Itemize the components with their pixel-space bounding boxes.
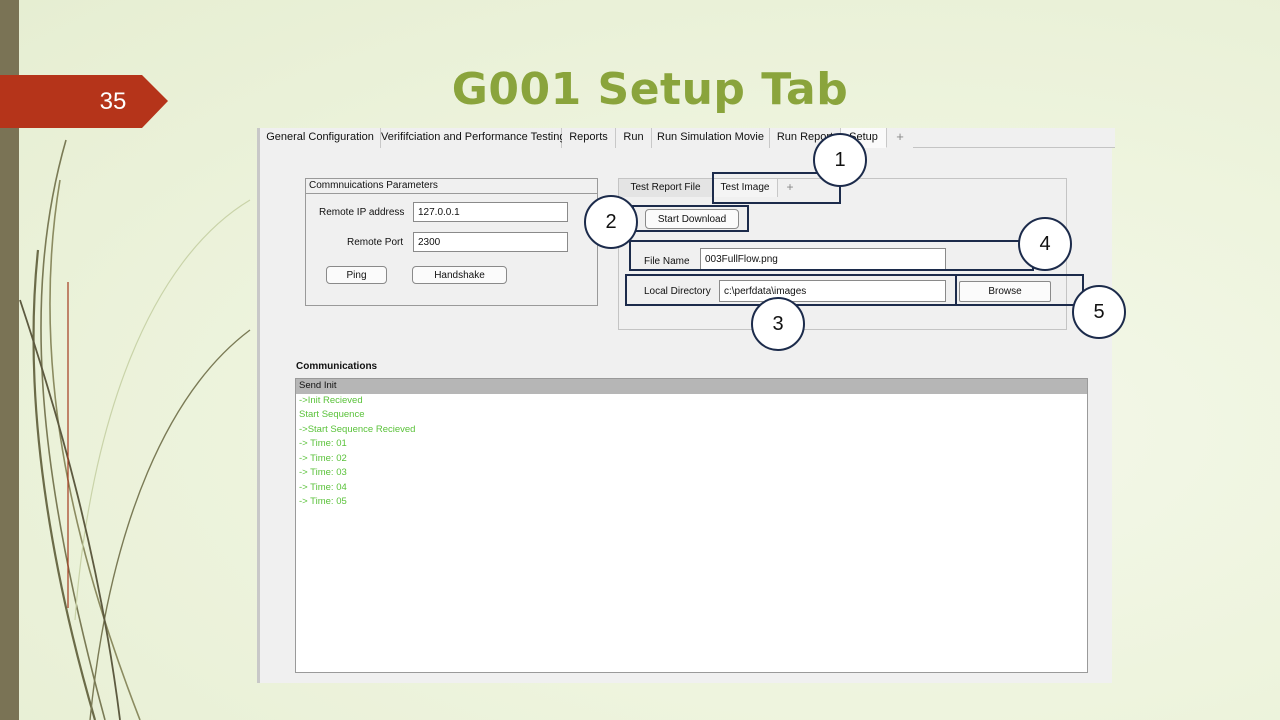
- callout-1-badge: 1: [813, 133, 867, 187]
- tab-verification-performance-testing[interactable]: Verififciation and Performance Testing: [381, 128, 565, 148]
- handshake-button[interactable]: Handshake: [412, 266, 507, 284]
- log-line[interactable]: -> Time: 05: [296, 495, 1087, 510]
- callout-2-highlight: [632, 205, 749, 232]
- communications-title: Communications: [296, 361, 378, 372]
- add-tab-button[interactable]: +: [887, 128, 913, 148]
- slide-title: G001 Setup Tab: [451, 64, 849, 115]
- communications-log[interactable]: Send Init ->Init Recieved Start Sequence…: [295, 378, 1088, 673]
- remote-port-label: Remote Port: [347, 237, 404, 248]
- slide-number: 35: [99, 88, 127, 115]
- subtab-test-report-file[interactable]: Test Report File: [619, 179, 713, 197]
- comm-params-title: Commnuications Parameters: [306, 179, 597, 194]
- callout-5-highlight: [955, 274, 1084, 306]
- callout-4-highlight: [629, 240, 1034, 271]
- tab-run-simulation-movie[interactable]: Run Simulation Movie: [652, 128, 770, 148]
- log-line[interactable]: -> Time: 03: [296, 466, 1087, 481]
- log-line[interactable]: ->Init Recieved: [296, 394, 1087, 409]
- main-tab-bar: General Configuration Verififciation and…: [260, 128, 1115, 148]
- callout-2-badge: 2: [584, 195, 638, 249]
- tab-general-configuration[interactable]: General Configuration: [260, 128, 381, 148]
- callout-5-badge: 5: [1072, 285, 1126, 339]
- ping-button[interactable]: Ping: [326, 266, 387, 284]
- log-line[interactable]: ->Start Sequence Recieved: [296, 423, 1087, 438]
- remote-port-field[interactable]: 2300: [413, 232, 568, 252]
- callout-4-badge: 4: [1018, 217, 1072, 271]
- log-line[interactable]: Start Sequence: [296, 408, 1087, 423]
- remote-ip-label: Remote IP address: [319, 207, 405, 218]
- tab-reports[interactable]: Reports: [562, 128, 616, 148]
- log-line[interactable]: Send Init: [296, 379, 1087, 394]
- log-line[interactable]: -> Time: 02: [296, 452, 1087, 467]
- comm-params-panel: Commnuications Parameters Remote IP addr…: [305, 178, 598, 306]
- tab-run[interactable]: Run: [616, 128, 652, 148]
- callout-3-badge: 3: [751, 297, 805, 351]
- log-line[interactable]: -> Time: 04: [296, 481, 1087, 496]
- remote-ip-field[interactable]: 127.0.0.1: [413, 202, 568, 222]
- log-line[interactable]: -> Time: 01: [296, 437, 1087, 452]
